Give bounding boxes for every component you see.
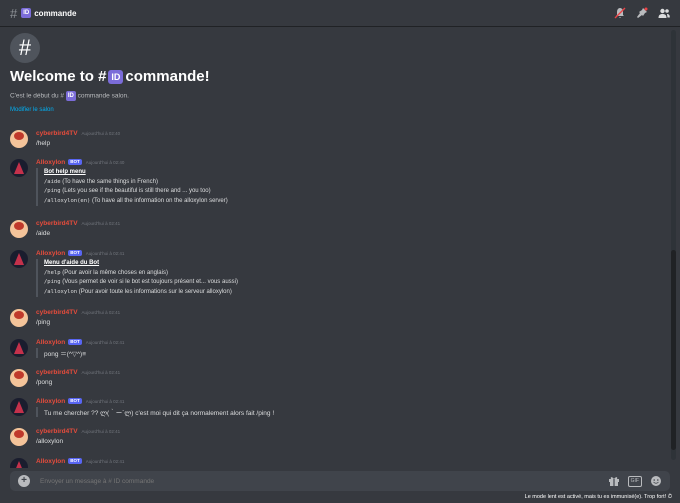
message-list[interactable]: # Welcome to # ID commande! C'est le début… [0,28,680,468]
welcome-subtitle: C'est le début du # ID commande salon. [10,91,129,101]
message-author[interactable]: cyberbird4TV Aujourd'hui à 02:41 [36,369,120,376]
message-author[interactable]: Alloxylon BOT Aujourd'hui à 02:41 [36,398,124,405]
embed-title: Menu d'aide du Bot [44,260,100,266]
message-content: /aide [36,230,51,237]
message-composer: + GIF [10,471,670,491]
gif-icon[interactable]: GIF [627,476,642,487]
bot-badge: BOT [68,398,82,405]
avatar[interactable] [10,428,28,446]
message-author[interactable]: Alloxylon BOT Aujourd'hui à 02:41 [36,458,124,465]
message-author[interactable]: cyberbird4TV Aujourd'hui à 02:41 [36,309,120,316]
bot-badge: BOT [68,339,82,346]
channel-id-emoji: ID [21,8,32,18]
message-content: /pong [36,379,53,386]
message-author[interactable]: Alloxylon BOT Aujourd'hui à 02:40 [36,159,124,166]
embed-line: /alloxylon(en) (To have all the informat… [44,197,228,204]
id-emoji: ID [65,91,76,101]
timestamp: Aujourd'hui à 02:40 [81,131,121,136]
slowmode-status: Le mode lent est activé, mais tu es immu… [524,494,672,500]
message-input[interactable] [38,477,342,486]
timestamp: Aujourd'hui à 02:41 [85,399,125,404]
bot-badge: BOT [68,250,82,257]
channel-name: commande [34,8,77,18]
header-toolbar [614,7,670,19]
timestamp: Aujourd'hui à 02:41 [81,310,121,315]
bot-reply: Tu me chercher ?? ლ(｀ー´ლ) c'est moi qui … [36,407,274,417]
embed-line: /ping (Lets you see if the beautiful is … [44,188,211,194]
id-emoji: ID [108,70,124,85]
emoji-picker-icon[interactable] [650,475,662,487]
avatar[interactable] [10,220,28,238]
scrollbar-thumb[interactable] [671,250,676,450]
embed-line: /help (Pour avoir la même choses en angl… [44,269,168,276]
embed-line: /alloxylon (Pour avoir toute les informa… [44,288,232,295]
avatar[interactable] [10,250,28,268]
hashtag-icon: # [10,5,18,21]
timer-icon: ⏱ [667,494,672,500]
bot-embed: Menu d'aide du Bot /help (Pour avoir la … [36,259,238,297]
message-author[interactable]: Alloxylon BOT Aujourd'hui à 02:41 [36,339,124,346]
member-list-icon[interactable] [658,7,670,19]
add-attachment-icon[interactable]: + [18,475,30,487]
avatar[interactable] [10,398,28,416]
mute-notifications-icon[interactable] [614,7,626,19]
embed-line: /ping (Vous permet de voir si le bot est… [44,279,238,285]
timestamp: Aujourd'hui à 02:41 [81,221,121,226]
timestamp: Aujourd'hui à 02:41 [85,340,125,345]
timestamp: Aujourd'hui à 02:40 [85,160,125,165]
avatar[interactable] [10,130,28,148]
avatar[interactable] [10,339,28,357]
timestamp: Aujourd'hui à 02:41 [81,429,121,434]
bot-reply: pong ＝(^▽^)≡ [36,348,86,358]
avatar[interactable] [10,458,28,468]
timestamp: Aujourd'hui à 02:41 [85,251,125,256]
gift-icon[interactable] [608,475,620,487]
avatar[interactable] [10,369,28,387]
bot-badge: BOT [68,458,82,465]
avatar[interactable] [10,309,28,327]
message-content: /alloxylon [36,438,64,445]
composer-actions: GIF [608,475,662,487]
channel-hashtag-avatar-icon: # [10,33,40,63]
message-content: /ping [36,319,51,326]
bot-embed: Bot help menu /aide (To have the same th… [36,168,228,206]
pin-icon[interactable] [636,7,648,19]
message-author[interactable]: cyberbird4TV Aujourd'hui à 02:40 [36,130,120,137]
message-author[interactable]: Alloxylon BOT Aujourd'hui à 02:41 [36,250,124,257]
embed-title: Bot help menu [44,169,86,175]
timestamp: Aujourd'hui à 02:41 [81,370,121,375]
timestamp: Aujourd'hui à 02:41 [85,459,125,464]
embed-line: /aide (To have the same things in French… [44,178,158,185]
message-author[interactable]: cyberbird4TV Aujourd'hui à 02:41 [36,220,120,227]
channel-header: # ID commande [0,0,680,27]
message-author[interactable]: cyberbird4TV Aujourd'hui à 02:41 [36,428,120,435]
message-content: /help [36,140,51,147]
edit-channel-link[interactable]: Modifier le salon [10,107,54,113]
avatar[interactable] [10,159,28,177]
bot-badge: BOT [68,159,82,166]
welcome-title: Welcome to # ID commande! [10,68,210,85]
